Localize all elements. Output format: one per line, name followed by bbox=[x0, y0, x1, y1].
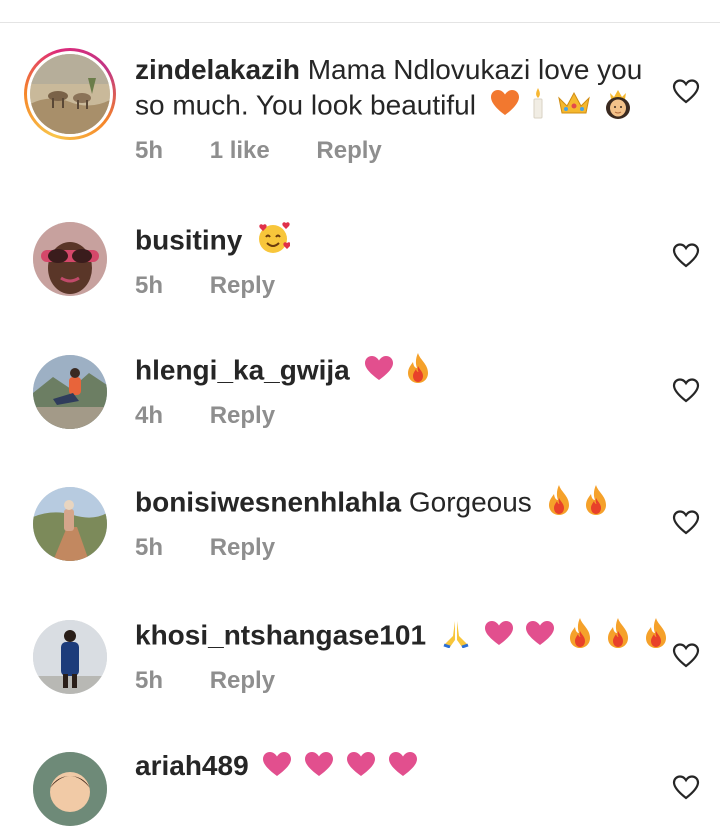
avatar[interactable] bbox=[33, 487, 107, 561]
comment-text: so much. You look beautiful bbox=[135, 89, 476, 121]
comment-username[interactable]: hlengi_ka_gwija bbox=[135, 354, 350, 385]
top-divider bbox=[0, 22, 720, 23]
comment-time: 5h bbox=[135, 667, 164, 694]
fire-icon bbox=[567, 617, 593, 657]
candle-icon bbox=[531, 87, 545, 127]
fire-icon bbox=[605, 617, 631, 657]
reply-button[interactable]: Reply bbox=[316, 137, 381, 164]
reply-button[interactable]: Reply bbox=[210, 272, 275, 299]
like-heart-icon[interactable] bbox=[672, 509, 700, 535]
comment-username[interactable]: ariah489 bbox=[135, 750, 249, 781]
comment-time: 5h bbox=[135, 137, 164, 164]
pink-heart-icon bbox=[304, 751, 334, 785]
like-heart-icon[interactable] bbox=[672, 774, 700, 800]
crown-icon bbox=[557, 90, 591, 124]
comment-username[interactable]: bonisiwesnenhlahla bbox=[135, 486, 401, 517]
like-heart-icon[interactable] bbox=[672, 642, 700, 668]
queen-face-icon bbox=[603, 87, 633, 127]
avatar[interactable] bbox=[33, 355, 107, 429]
pink-heart-icon bbox=[388, 751, 418, 785]
like-heart-icon[interactable] bbox=[672, 78, 700, 104]
comment-time: 5h bbox=[135, 272, 164, 299]
pink-heart-icon bbox=[525, 620, 555, 654]
avatar[interactable] bbox=[30, 54, 110, 134]
comment-username[interactable]: zindelakazih bbox=[135, 54, 300, 85]
comment-likes[interactable]: 1 like bbox=[210, 137, 270, 164]
fire-icon bbox=[546, 484, 572, 524]
comment-username[interactable]: busitiny bbox=[135, 224, 242, 255]
pink-heart-icon bbox=[364, 355, 394, 389]
pink-heart-icon bbox=[262, 751, 292, 785]
reply-button[interactable]: Reply bbox=[210, 402, 275, 429]
avatar[interactable] bbox=[33, 620, 107, 694]
reply-button[interactable]: Reply bbox=[210, 667, 275, 694]
comment-time: 4h bbox=[135, 402, 164, 429]
like-heart-icon[interactable] bbox=[672, 242, 700, 268]
reply-button[interactable]: Reply bbox=[210, 534, 275, 561]
fire-icon bbox=[643, 617, 669, 657]
folded-hands-icon bbox=[440, 618, 472, 656]
avatar[interactable] bbox=[33, 752, 107, 826]
pink-heart-icon bbox=[346, 751, 376, 785]
smiling-face-with-hearts-icon bbox=[256, 222, 291, 262]
comment-text: Mama Ndlovukazi love you bbox=[307, 54, 643, 85]
orange-heart-icon bbox=[490, 89, 520, 125]
comment-username[interactable]: khosi_ntshangase101 bbox=[135, 619, 426, 650]
fire-icon bbox=[405, 352, 431, 392]
story-ring[interactable] bbox=[24, 48, 116, 140]
comment-text: Gorgeous bbox=[408, 486, 532, 518]
pink-heart-icon bbox=[484, 620, 514, 654]
comment-time: 5h bbox=[135, 534, 164, 561]
like-heart-icon[interactable] bbox=[672, 377, 700, 403]
fire-icon bbox=[583, 484, 609, 524]
avatar[interactable] bbox=[33, 222, 107, 296]
